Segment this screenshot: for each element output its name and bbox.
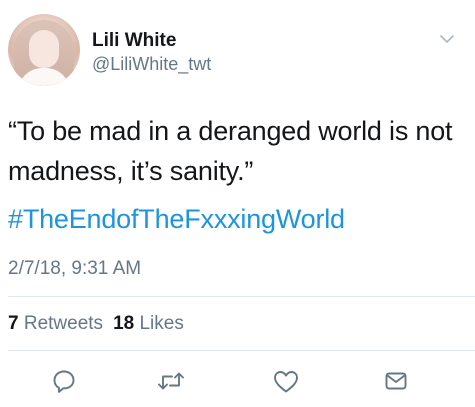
retweet-button[interactable] — [156, 366, 186, 396]
tweet-text: “To be mad in a deranged world is not ma… — [8, 116, 453, 186]
retweets-stat[interactable]: 7 Retweets — [8, 313, 103, 334]
likes-stat[interactable]: 18 Likes — [113, 313, 184, 334]
divider — [8, 296, 475, 297]
likes-count: 18 — [113, 313, 135, 334]
divider — [8, 350, 475, 351]
avatar-face — [29, 30, 59, 68]
display-name[interactable]: Lili White — [92, 30, 176, 52]
avatar[interactable] — [8, 14, 80, 86]
engagement-stats: 7 Retweets 18 Likes — [8, 313, 184, 335]
heart-icon — [274, 371, 298, 393]
retweet-icon — [158, 372, 184, 390]
reply-button[interactable] — [49, 366, 79, 396]
like-button[interactable] — [271, 366, 301, 396]
direct-message-button[interactable] — [381, 366, 411, 396]
hashtag-link[interactable]: #TheEndofTheFxxxingWorld — [8, 204, 345, 235]
likes-label: Likes — [139, 313, 184, 334]
tweet-card: Lili White @LiliWhite_twt “To be mad in … — [0, 0, 475, 407]
envelope-icon — [385, 372, 407, 390]
user-handle[interactable]: @LiliWhite_twt — [92, 54, 211, 75]
action-bar — [0, 366, 475, 400]
reply-icon — [53, 370, 75, 393]
chevron-down-icon[interactable] — [440, 34, 454, 44]
tweet-timestamp[interactable]: 2/7/18, 9:31 AM — [8, 258, 141, 280]
retweets-label: Retweets — [23, 313, 104, 334]
retweets-count: 7 — [8, 313, 19, 334]
